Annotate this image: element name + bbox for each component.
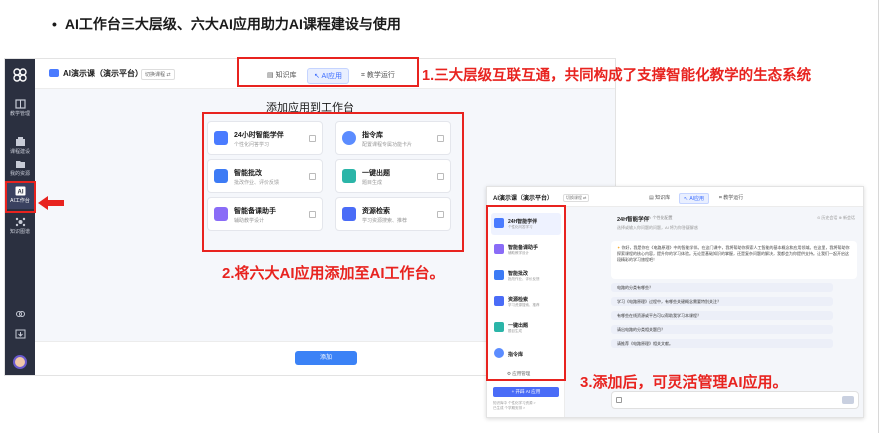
link-icon bbox=[15, 311, 25, 317]
welcome-text: 你好，我是你在《电路原理》中的智能学伴。在这门课中，我将帮助你探索人工智能的基本… bbox=[617, 245, 850, 262]
suggested-question[interactable]: 学习《电路原理》过程中，有哪些关键概念需要特别关注？ bbox=[611, 297, 833, 306]
second-tab-teaching-run[interactable]: ⌗ 教学运行 bbox=[715, 193, 747, 202]
chat-title: 24H智能学伴 bbox=[617, 217, 650, 223]
export-icon bbox=[15, 329, 25, 339]
sidebar-item-resources[interactable]: 我的资源 bbox=[5, 159, 35, 177]
app-title-text: AI演示课（演示平台） bbox=[63, 69, 143, 78]
side-apps-highlight-box bbox=[486, 205, 566, 381]
annotation-1: 1.三大层级互联互通，共同构成了支撑智能化教学的生态系统 bbox=[422, 68, 812, 84]
personalize-config-link[interactable]: ✎ 个性化配置 bbox=[648, 215, 672, 221]
bulb-icon: ✦ bbox=[617, 245, 621, 250]
tab-label: 教学运行 bbox=[723, 195, 744, 201]
graph-icon bbox=[15, 217, 25, 227]
slide-title: • AI工作台三大层级、六大AI应用助力AI课程建设与使用 bbox=[52, 14, 401, 34]
slide: • AI工作台三大层级、六大AI应用助力AI课程建设与使用 教学管理 课程建设 我… bbox=[0, 0, 883, 433]
send-button[interactable] bbox=[842, 396, 854, 404]
annotation-3: 3.添加后，可灵活管理AI应用。 bbox=[580, 374, 788, 391]
avatar[interactable] bbox=[13, 355, 27, 369]
suggested-question[interactable]: 有哪些在线资源或平台可以帮助我学习本课程？ bbox=[611, 311, 833, 320]
sidebar-label: 知识图谱 bbox=[9, 229, 30, 235]
divider bbox=[878, 0, 879, 433]
course-logo-icon bbox=[49, 69, 59, 77]
annotation-2: 2.将六大AI应用添加至AI工作台。 bbox=[222, 265, 445, 282]
attach-icon[interactable] bbox=[616, 397, 622, 403]
second-app-title: AI演示课（演示平台） bbox=[493, 196, 554, 202]
sidebar-item-course-build[interactable]: 课程建设 bbox=[5, 137, 35, 155]
second-tab-ai-apps[interactable]: ↖ AI应用 bbox=[679, 193, 710, 204]
app-logo-icon bbox=[13, 68, 27, 82]
suggested-question[interactable]: 请推荐《电路原理》相关文献。 bbox=[611, 339, 833, 348]
sidebar-footer: 知识库中 个性化学习资源 > 已生成 个学期安排 > bbox=[493, 401, 536, 411]
tabs-highlight-box bbox=[237, 57, 419, 87]
sidebar-icon-link[interactable] bbox=[5, 309, 35, 321]
second-topbar: AI演示课（演示平台） 切换课程 ⇄ ▤ 知识库 ↖ AI应用 ⌗ 教学运行 bbox=[487, 187, 863, 207]
folder-icon bbox=[15, 161, 25, 168]
app-title: AI演示课（演示平台） bbox=[49, 68, 143, 79]
second-switch-course-button[interactable]: 切换课程 ⇄ bbox=[563, 194, 590, 202]
sidebar-label: 课程建设 bbox=[9, 149, 30, 155]
tab-label: 知识库 bbox=[655, 195, 671, 201]
left-arrow-icon bbox=[38, 196, 64, 210]
bullet: • bbox=[52, 16, 57, 32]
sidebar-icon-export[interactable] bbox=[5, 329, 35, 341]
add-button[interactable]: 添加 bbox=[295, 351, 357, 365]
chat-input[interactable] bbox=[611, 391, 859, 409]
suggested-question[interactable]: 请出电路的分类相关题目？ bbox=[611, 325, 833, 334]
ai-workbench-highlight-box bbox=[5, 181, 36, 213]
sidebar-label: 我的资源 bbox=[9, 171, 30, 177]
tab-label: AI应用 bbox=[689, 196, 705, 202]
footer-line-2[interactable]: 已生成 个学期安排 > bbox=[493, 406, 536, 411]
build-icon bbox=[15, 137, 25, 146]
chat-subtitle: 选择或输入你问题的问题，AI 将为你答疑解惑 bbox=[617, 225, 698, 230]
suggested-question[interactable]: 电路的分类有哪些？ bbox=[611, 283, 833, 292]
second-tab-knowledge-base[interactable]: ▤ 知识库 bbox=[645, 193, 674, 202]
welcome-message: ✦ 你好，我是你在《电路原理》中的智能学伴。在这门课中，我将帮助你探索人工智能的… bbox=[611, 241, 857, 279]
history-new-session-links[interactable]: ⊙ 历史会话 ⊕ 新会话 bbox=[817, 215, 855, 221]
sidebar-item-knowledge-graph[interactable]: 知识图谱 bbox=[5, 217, 35, 235]
switch-course-button[interactable]: 切换课程 ⇄ bbox=[141, 69, 175, 80]
open-ai-app-button[interactable]: + 开辟 AI 应用 bbox=[493, 387, 559, 397]
apps-highlight-box bbox=[202, 112, 464, 252]
slide-title-text: AI工作台三大层级、六大AI应用助力AI课程建设与使用 bbox=[64, 16, 401, 32]
